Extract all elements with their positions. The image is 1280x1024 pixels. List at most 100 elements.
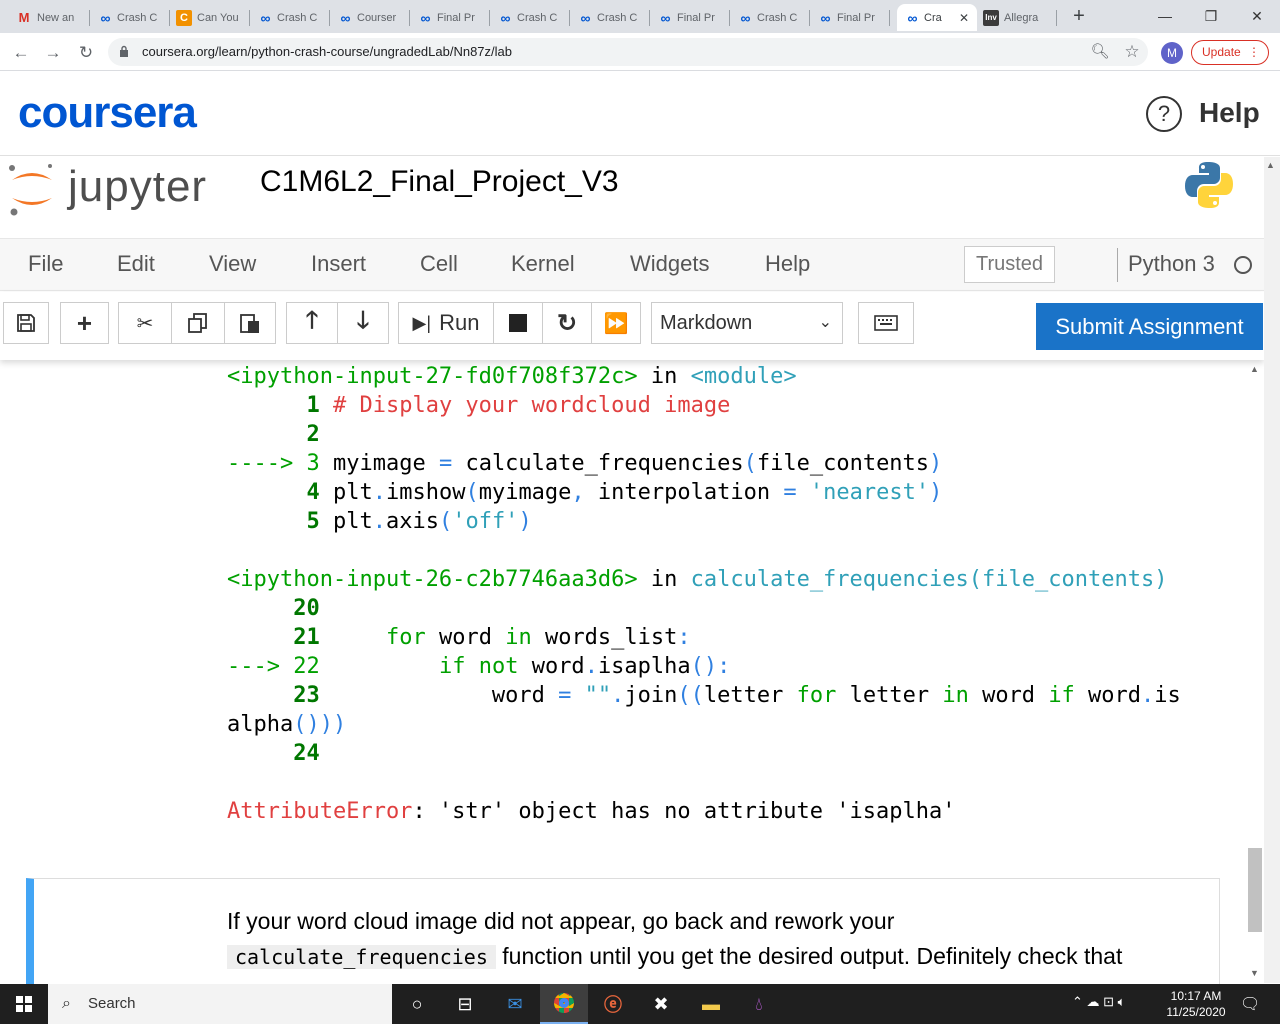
xming-icon[interactable]: ✖ <box>646 990 676 1018</box>
system-tray[interactable]: ⌃ ☁ ⊡ 🔈︎ <box>1072 994 1125 1010</box>
coursera-icon: ∞ <box>660 9 671 26</box>
stop-icon <box>509 314 527 332</box>
move-down-button[interactable]: 🡓 <box>337 302 389 344</box>
close-window-button[interactable]: ✕ <box>1234 0 1280 33</box>
zoom-icon[interactable]: 🔍︎ <box>1089 41 1111 63</box>
browser-tab[interactable]: ∞ Final Pr <box>810 4 890 31</box>
restart-button[interactable]: ↻ <box>542 302 592 344</box>
forward-button[interactable]: → <box>42 42 64 64</box>
browser-tab[interactable]: ∞ Courser <box>330 4 410 31</box>
notification-icon[interactable]: 🗨︎ <box>1240 994 1260 1014</box>
browser-tab[interactable]: Inv Allegra <box>977 4 1057 31</box>
trusted-indicator[interactable]: Trusted <box>964 246 1055 283</box>
coursera-logo[interactable]: coursera <box>18 88 197 138</box>
menu-insert[interactable]: Insert <box>311 251 366 277</box>
new-tab-button[interactable]: + <box>1068 6 1090 28</box>
interrupt-button[interactable] <box>493 302 543 344</box>
kernel-name[interactable]: Python 3 <box>1128 251 1215 277</box>
browser-tab[interactable]: ∞ Cra ✕ <box>897 4 977 31</box>
tab-label: Crash C <box>517 11 558 24</box>
scrollbar[interactable] <box>1264 157 1280 983</box>
browser-tab[interactable]: ∞ Final Pr <box>650 4 730 31</box>
markdown-text: If your word cloud image did not appear,… <box>227 908 1123 969</box>
save-button[interactable] <box>3 302 49 344</box>
chrome-icon[interactable] <box>540 984 588 1024</box>
taskbar-clock[interactable]: 10:17 AM 11/25/2020 <box>1160 988 1232 1020</box>
maximize-button[interactable]: ❐ <box>1188 0 1234 33</box>
windows-start-icon[interactable] <box>0 984 48 1024</box>
menu-kernel[interactable]: Kernel <box>511 251 575 277</box>
help-icon[interactable]: ? <box>1146 96 1182 132</box>
browser-tab[interactable]: C Can You <box>170 4 250 31</box>
submit-assignment-button[interactable]: Submit Assignment <box>1036 303 1263 350</box>
keyboard-icon <box>874 315 898 331</box>
inner-scroll-up-icon[interactable]: ▲ <box>1250 364 1259 374</box>
tab-label: Cra <box>924 11 942 24</box>
taskbar-search-field[interactable]: ⌕ Search <box>48 984 392 1024</box>
tab-label: New an <box>37 11 75 24</box>
copy-button[interactable] <box>171 302 225 344</box>
browser-tab[interactable]: ∞ Crash C <box>730 4 810 31</box>
coursera-icon: ∞ <box>500 9 511 26</box>
more-menu-icon: ⋮ <box>1248 45 1260 59</box>
menu-cell[interactable]: Cell <box>420 251 458 277</box>
tab-label: Crash C <box>597 11 638 24</box>
browser-tab[interactable]: ∞ Crash C <box>90 4 170 31</box>
restart-run-all-button[interactable]: ⏩ <box>591 302 641 344</box>
file-explorer-icon[interactable]: ▬ <box>696 990 726 1018</box>
url-text: coursera.org/learn/python-crash-course/u… <box>142 44 512 59</box>
scrollbar-thumb[interactable] <box>1248 848 1262 932</box>
back-button[interactable]: ← <box>10 42 32 64</box>
inline-code: calculate_frequencies <box>227 945 496 969</box>
profile-avatar[interactable]: M <box>1161 42 1183 64</box>
scroll-down-icon[interactable]: ▼ <box>1250 968 1259 978</box>
save-icon <box>17 314 35 332</box>
cell-type-select[interactable]: Markdown ⌄ <box>651 302 843 344</box>
tab-divider <box>1056 10 1057 26</box>
coursera-icon: ∞ <box>580 9 591 26</box>
coursera-icon: ∞ <box>260 9 271 26</box>
traceback-frame-header: <ipython-input-26-c2b7746aa3d6> in calcu… <box>227 567 1168 592</box>
browser-tab[interactable]: ∞ Crash C <box>570 4 650 31</box>
bookmark-star-icon[interactable]: ☆ <box>1121 41 1143 63</box>
paste-button[interactable] <box>224 302 276 344</box>
menu-file[interactable]: File <box>28 251 63 277</box>
tab-label: Final Pr <box>437 11 475 24</box>
move-up-button[interactable]: 🡑 <box>286 302 338 344</box>
paint-icon[interactable]: 💧︎ <box>744 990 774 1018</box>
menu-help[interactable]: Help <box>765 251 810 277</box>
traceback-output: <ipython-input-27-fd0f708f372c> in <modu… <box>227 362 1227 826</box>
run-button[interactable]: ▶| Run <box>398 302 494 344</box>
browser-tab[interactable]: ∞ Final Pr <box>410 4 490 31</box>
command-palette-button[interactable] <box>858 302 914 344</box>
menu-edit[interactable]: Edit <box>117 251 155 277</box>
edge-legacy-icon[interactable]: ⓔ <box>598 990 628 1018</box>
scroll-up-icon[interactable]: ▲ <box>1266 160 1275 170</box>
browser-tab[interactable]: M New an <box>10 4 90 31</box>
minimize-button[interactable]: — <box>1142 0 1188 33</box>
browser-tab[interactable]: ∞ Crash C <box>250 4 330 31</box>
tab-label: Final Pr <box>837 11 875 24</box>
arrow-up-icon: 🡑 <box>305 306 319 334</box>
browser-tab[interactable]: ∞ Crash C <box>490 4 570 31</box>
restart-icon: ↻ <box>556 309 578 337</box>
traceback-frame-header: <ipython-input-27-fd0f708f372c> in <modu… <box>227 364 797 389</box>
reload-button[interactable]: ↻ <box>75 42 97 64</box>
update-button[interactable]: Update ⋮ <box>1191 40 1269 65</box>
notebook-title[interactable]: C1M6L2_Final_Project_V3 <box>260 165 619 199</box>
cortana-icon[interactable]: ○ <box>402 990 432 1018</box>
menu-widgets[interactable]: Widgets <box>630 251 709 277</box>
tab-label: Crash C <box>117 11 158 24</box>
jupyter-wordmark: jupyter <box>68 162 208 211</box>
cut-button[interactable]: ✂ <box>118 302 172 344</box>
help-link[interactable]: Help <box>1199 97 1260 129</box>
close-tab-icon[interactable]: ✕ <box>959 11 969 25</box>
task-view-icon[interactable]: ⊟ <box>450 990 480 1018</box>
mail-icon[interactable]: ✉ <box>500 990 530 1018</box>
insert-cell-button[interactable]: + <box>60 302 109 344</box>
error-message: AttributeError: 'str' object has no attr… <box>227 799 956 824</box>
jupyter-logo-icon[interactable] <box>8 160 56 218</box>
coursera-icon: ∞ <box>100 9 111 26</box>
tab-label: Can You <box>197 11 239 24</box>
menu-view[interactable]: View <box>209 251 256 277</box>
